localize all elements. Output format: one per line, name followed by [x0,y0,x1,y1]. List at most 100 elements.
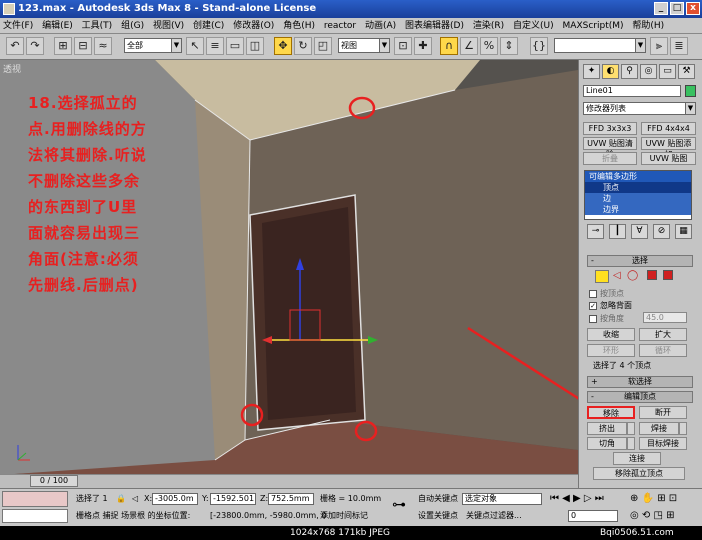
select-manipulate-icon[interactable]: ✚ [414,37,432,55]
remove-modifier-icon[interactable]: ⊘ [653,224,670,239]
move-icon[interactable]: ✥ [274,37,292,55]
maximize-button[interactable]: □ [670,2,684,15]
edit-vertices-rollout-header[interactable]: - 编辑顶点 [587,391,693,403]
chamfer-settings-icon[interactable] [627,437,635,450]
menu-modifiers[interactable]: 修改器(O) [230,18,277,34]
named-selection-icon[interactable]: {} [530,37,548,55]
key-icon[interactable]: ⊶ [392,498,406,512]
object-color-swatch[interactable] [685,85,696,97]
key-filters-button[interactable]: 关键点过滤器... [466,510,522,522]
menu-animation[interactable]: 动画(A) [362,18,399,34]
menu-create[interactable]: 创建(C) [190,18,227,34]
modify-tab-icon[interactable]: ◐ [602,64,619,79]
soft-selection-rollout-header[interactable]: + 软选择 [587,376,693,388]
align-icon[interactable]: ≣ [670,37,688,55]
y-coordinate-field[interactable]: -1592.501 [210,493,256,505]
menu-customize[interactable]: 自定义(U) [510,18,557,34]
unlink-icon[interactable]: ⊟ [74,37,92,55]
vertex-mode-icon[interactable] [595,270,609,283]
menu-edit[interactable]: 编辑(E) [39,18,76,34]
weld-button[interactable]: 焊接 [639,422,679,435]
rotate-icon[interactable]: ↻ [294,37,312,55]
configure-sets-icon[interactable]: ▦ [675,224,692,239]
target-weld-button[interactable]: 目标焊接 [639,437,687,450]
create-tab-icon[interactable]: ✦ [583,64,600,79]
named-selection-sets-dropdown[interactable]: ▼ [554,38,646,53]
angle-snap-icon[interactable]: ∠ [460,37,478,55]
display-tab-icon[interactable]: ▭ [659,64,676,79]
ignore-backfacing-checkbox[interactable]: ✓ 忽略背面 [589,300,632,311]
redo-icon[interactable]: ↷ [26,37,44,55]
x-coordinate-field[interactable]: -3005.0m [152,493,198,505]
weld-settings-icon[interactable] [679,422,687,435]
stack-item-vertex[interactable]: 顶点 [585,182,691,193]
polygon-mode-icon[interactable] [647,270,657,280]
remove-button[interactable]: 移除 [587,406,635,419]
shrink-button[interactable]: 收缩 [587,328,635,341]
hierarchy-tab-icon[interactable]: ⚲ [621,64,638,79]
menu-help[interactable]: 帮助(H) [629,18,667,34]
link-icon[interactable]: ⊞ [54,37,72,55]
selection-filter-dropdown[interactable]: 全部 ▼ [124,38,182,53]
viewport-navigation-icons-row2[interactable]: ◎ ⟲ ◳ ⊞ [630,510,674,522]
reference-coordinate-dropdown[interactable]: 视图 ▼ [338,38,390,53]
motion-tab-icon[interactable]: ◎ [640,64,657,79]
mirror-icon[interactable]: ⫸ [650,37,668,55]
show-end-result-icon[interactable]: ┃ [609,224,626,239]
uvw-clear-button[interactable]: UVW 贴图清除 [583,137,637,159]
chamfer-button[interactable]: 切角 [587,437,627,450]
by-vertex-checkbox[interactable]: 按顶点 [589,288,624,299]
menu-maxscript[interactable]: MAXScript(M) [560,18,627,34]
undo-icon[interactable]: ↶ [6,37,24,55]
extrude-settings-icon[interactable] [627,422,635,435]
remove-isolated-vertices-button[interactable]: 移除孤立顶点 [593,467,685,480]
viewport-label[interactable]: 透视 [3,62,21,75]
object-name-field[interactable]: Line01 [583,85,681,97]
menu-rendering[interactable]: 渲染(R) [470,18,507,34]
stack-item-edge[interactable]: 边 [585,193,691,204]
percent-snap-icon[interactable]: % [480,37,498,55]
time-slider[interactable]: 0 / 100 [0,474,578,488]
menu-graph-editors[interactable]: 图表编辑器(D) [402,18,467,34]
menu-view[interactable]: 视图(V) [150,18,187,34]
by-angle-checkbox[interactable]: 按角度 [589,313,624,324]
border-mode-icon[interactable]: ◯ [627,270,638,281]
ring-button[interactable]: 环形 [587,344,635,357]
angle-value-field[interactable]: 45.0 [643,312,687,323]
stack-item-border[interactable]: 边界 [585,204,691,215]
key-mode-dropdown[interactable]: 选定对象 [462,493,542,505]
spinner-snap-icon[interactable]: ⇕ [500,37,518,55]
stack-item-editable-poly[interactable]: 可编辑多边形 [585,171,691,182]
menu-tools[interactable]: 工具(T) [79,18,116,34]
menu-reactor[interactable]: reactor [321,18,359,34]
minimize-button[interactable]: _ [654,2,668,15]
select-by-name-icon[interactable]: ≡ [206,37,224,55]
playback-controls-icon[interactable]: ⏮ ◀ ▶ ▷ ⏭ [550,493,604,505]
modifier-stack[interactable]: 可编辑多边形 顶点 边 边界 [584,170,692,220]
element-mode-icon[interactable] [663,270,673,280]
rect-selection-icon[interactable]: ▭ [226,37,244,55]
menu-file[interactable]: 文件(F) [0,18,36,34]
add-time-tag-button[interactable]: 添加时间标记 [320,510,368,522]
make-unique-icon[interactable]: ∀ [631,224,648,239]
utilities-tab-icon[interactable]: ⚒ [678,64,695,79]
extrude-button[interactable]: 挤出 [587,422,627,435]
menu-character[interactable]: 角色(H) [280,18,318,34]
lock-icon[interactable]: 🔒 [116,493,126,505]
connect-button[interactable]: 连接 [613,452,661,465]
scale-icon[interactable]: ◰ [314,37,332,55]
auto-key-label[interactable]: 自动关键点 [418,493,458,505]
window-crossing-icon[interactable]: ◫ [246,37,264,55]
z-coordinate-field[interactable]: 752.5mm [268,493,314,505]
modifier-list-dropdown[interactable]: 修改器列表 ▼ [583,102,696,115]
menu-group[interactable]: 组(G) [118,18,147,34]
select-object-icon[interactable]: ↖ [186,37,204,55]
grow-button[interactable]: 扩大 [639,328,687,341]
snap-toggle-icon[interactable]: ∩ [440,37,458,55]
bind-space-warp-icon[interactable]: ≈ [94,37,112,55]
perspective-viewport[interactable]: 透视 18.选择孤立的 点.用删除线的方 法将其删除.听说 不删除这些多余 的东… [0,60,578,488]
uvw-map-button[interactable]: UVW 贴图 [641,152,696,165]
close-button[interactable]: x [686,2,700,15]
transform-type-in-icon[interactable]: ◁ [132,493,138,505]
ffd-4x4x4-button[interactable]: FFD 4x4x4 [641,122,696,135]
